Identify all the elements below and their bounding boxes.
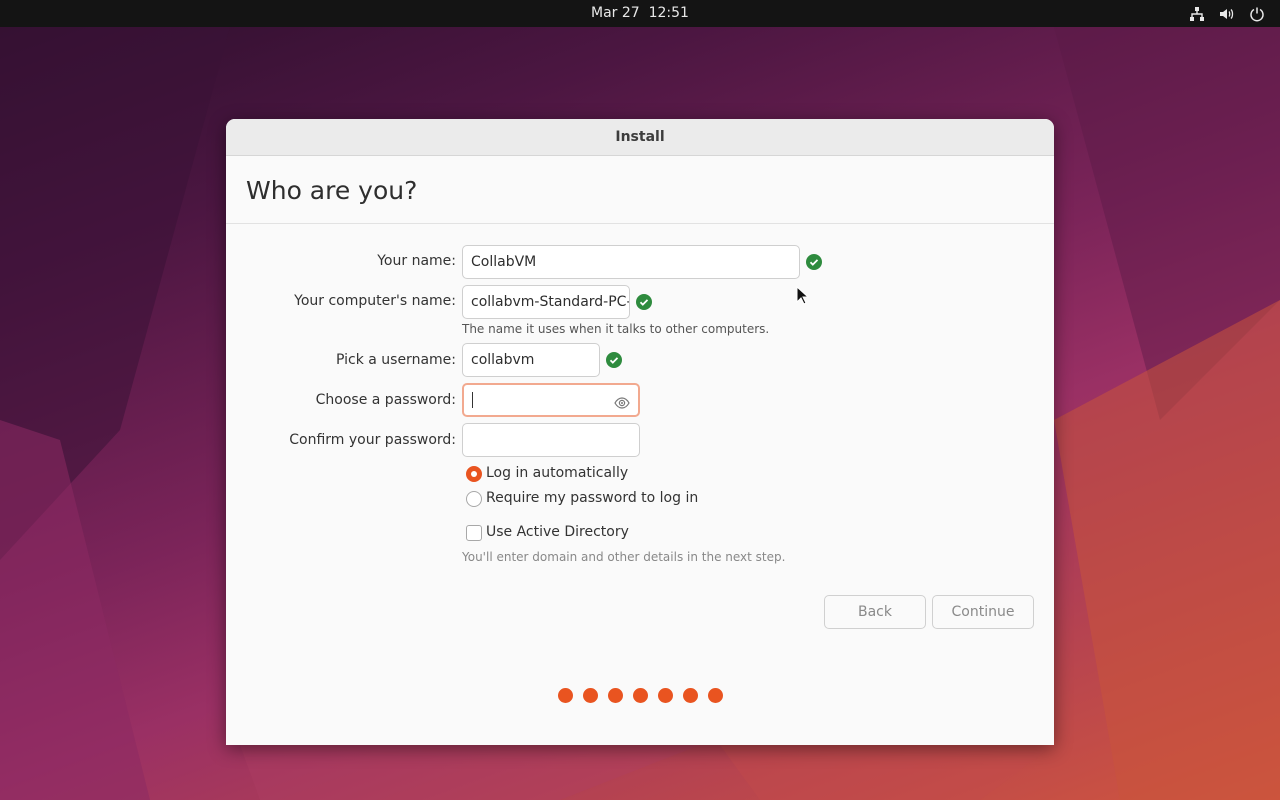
window-title[interactable]: Install (226, 119, 1054, 156)
name-valid-check-icon (806, 254, 822, 270)
progress-dot (657, 688, 673, 703)
mouse-pointer-icon (796, 285, 810, 310)
top-bar: Mar 27 12:51 (0, 0, 1280, 27)
username-field[interactable]: collabvm (462, 343, 600, 377)
volume-icon[interactable] (1218, 5, 1236, 23)
progress-dot (582, 688, 598, 703)
network-icon[interactable] (1188, 5, 1206, 23)
confirm-password-field[interactable] (462, 423, 640, 457)
system-tray[interactable] (1188, 0, 1266, 27)
computer-name-valid-check-icon (636, 294, 652, 310)
page-header: Who are you? (226, 156, 1054, 224)
show-password-eye-icon[interactable] (614, 392, 630, 409)
continue-button[interactable]: Continue (932, 595, 1034, 629)
progress-dot (707, 688, 723, 703)
name-field[interactable]: CollabVM (462, 245, 800, 279)
active-directory-hint: You'll enter domain and other details in… (462, 550, 786, 564)
installer-window: Install Who are you? Your name: CollabVM… (226, 119, 1054, 745)
computer-name-label: Your computer's name: (294, 293, 456, 309)
active-directory-label[interactable]: Use Active Directory (486, 524, 629, 540)
clock-date: Mar 27 (591, 5, 640, 21)
power-icon[interactable] (1248, 5, 1266, 23)
computer-name-field[interactable]: collabvm-Standard-PC- (462, 285, 630, 319)
clock-time: 12:51 (648, 5, 689, 21)
computer-name-hint: The name it uses when it talks to other … (462, 322, 770, 336)
progress-dots (226, 688, 1054, 707)
username-label: Pick a username: (335, 352, 456, 368)
progress-dot (557, 688, 573, 703)
text-caret (472, 392, 473, 408)
password-label: Choose a password: (315, 392, 456, 408)
login-auto-radio[interactable] (466, 466, 482, 482)
confirm-password-label: Confirm your password: (289, 432, 456, 448)
progress-dot (632, 688, 648, 703)
page-title: Who are you? (246, 176, 418, 205)
require-password-radio[interactable] (466, 491, 482, 507)
clock[interactable]: Mar 27 12:51 (0, 0, 1280, 27)
password-field[interactable] (462, 383, 640, 417)
username-valid-check-icon (606, 352, 622, 368)
progress-dot (682, 688, 698, 703)
require-password-label[interactable]: Require my password to log in (486, 490, 698, 506)
back-button[interactable]: Back (824, 595, 926, 629)
name-label: Your name: (377, 253, 456, 269)
active-directory-checkbox[interactable] (466, 525, 482, 541)
login-auto-label[interactable]: Log in automatically (486, 465, 628, 481)
progress-dot (607, 688, 623, 703)
